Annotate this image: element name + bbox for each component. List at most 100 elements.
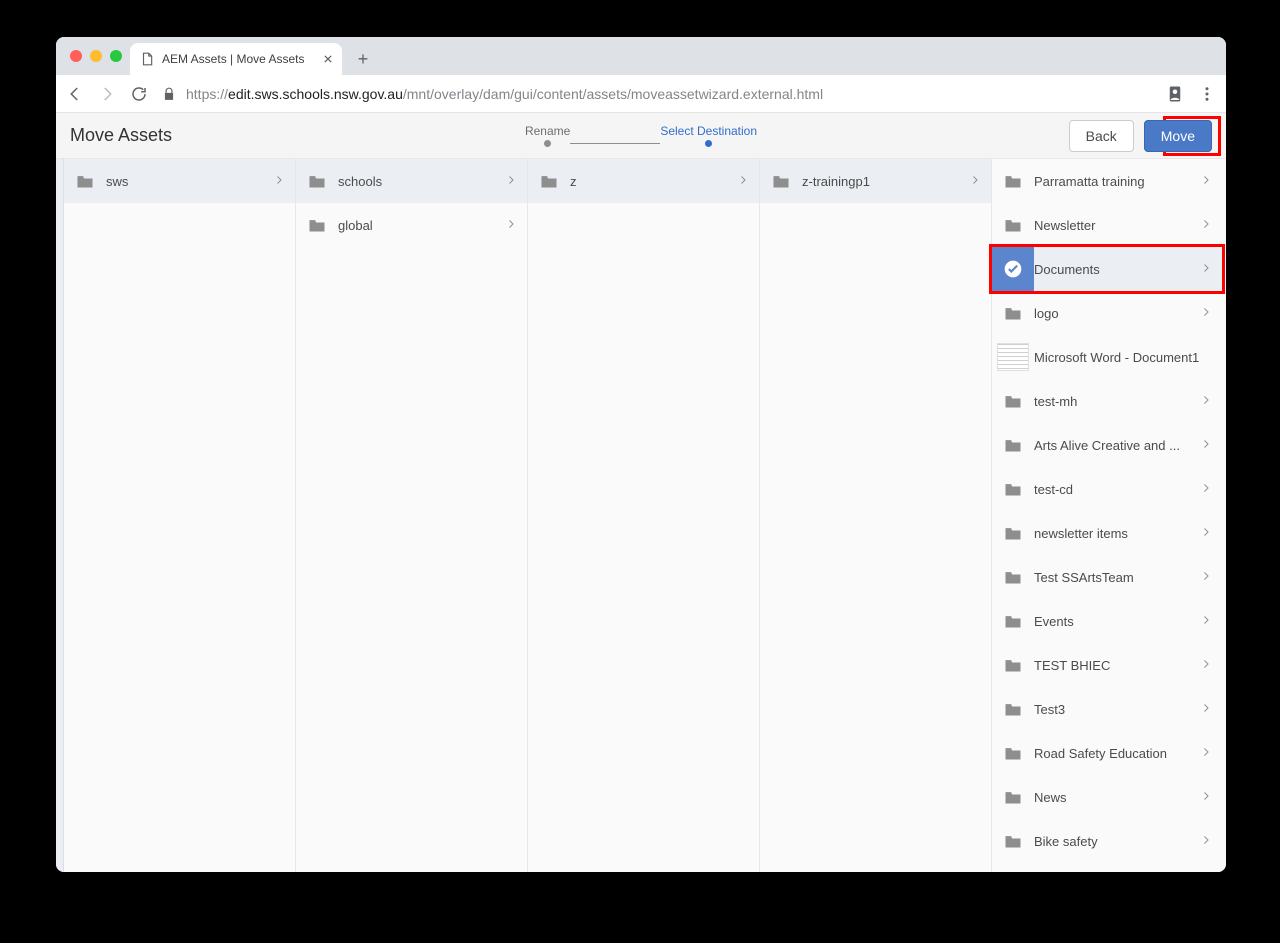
row-label: test-cd <box>1034 482 1200 497</box>
back-button[interactable]: Back <box>1069 120 1134 152</box>
folder-row[interactable]: TEST BHIEC <box>992 643 1222 687</box>
back-icon[interactable] <box>66 85 84 103</box>
folder-row[interactable]: Bike safety <box>992 819 1222 863</box>
wizard-step-select-destination[interactable]: Select Destination <box>660 124 757 147</box>
folder-icon <box>992 643 1034 687</box>
row-label: z-trainingp1 <box>802 174 969 189</box>
folder-icon <box>992 467 1034 511</box>
column-browser: sws schools global z z-trainingp1 Parramatta … <box>56 159 1226 872</box>
folder-row[interactable]: Test SSArtsTeam <box>992 555 1222 599</box>
folder-row[interactable]: Microsoft Word - Document1 <box>992 335 1222 379</box>
maximize-window-button[interactable] <box>110 50 122 62</box>
folder-row[interactable]: News <box>992 775 1222 819</box>
folder-icon <box>992 159 1034 203</box>
chevron-right-icon <box>1200 614 1212 629</box>
lock-icon <box>162 87 176 101</box>
chevron-right-icon <box>1200 482 1212 497</box>
folder-row[interactable]: Documents <box>992 247 1222 291</box>
chevron-right-icon <box>969 174 981 189</box>
chevron-right-icon <box>1200 394 1212 409</box>
folder-icon <box>992 291 1034 335</box>
chevron-right-icon <box>1200 790 1212 805</box>
row-label: News <box>1034 790 1200 805</box>
row-label: Parramatta training <box>1034 174 1200 189</box>
page-icon <box>140 52 154 66</box>
forward-icon[interactable] <box>98 85 116 103</box>
folder-icon <box>64 159 106 203</box>
folder-icon <box>992 555 1034 599</box>
new-tab-button[interactable]: + <box>350 46 376 72</box>
page-title: Move Assets <box>70 125 172 146</box>
row-label: schools <box>338 174 505 189</box>
row-label: Road Safety Education <box>1034 746 1200 761</box>
folder-icon <box>760 159 802 203</box>
folder-row[interactable]: Newsletter <box>992 203 1222 247</box>
chevron-right-icon <box>1200 570 1212 585</box>
folder-icon <box>296 159 338 203</box>
address-bar: https://edit.sws.schools.nsw.gov.au/mnt/… <box>56 75 1226 113</box>
folder-icon <box>992 731 1034 775</box>
app-header: Move Assets Rename Select Destination Ba… <box>56 113 1226 159</box>
wizard-step-rename[interactable]: Rename <box>525 124 570 147</box>
column-gutter <box>56 159 64 872</box>
chevron-right-icon <box>273 174 285 189</box>
chevron-right-icon <box>737 174 749 189</box>
column: Parramatta training Newsletter Documents lo… <box>992 159 1222 872</box>
folder-row[interactable]: logo <box>992 291 1222 335</box>
row-label: TEST BHIEC <box>1034 658 1200 673</box>
folder-row[interactable]: sws <box>64 159 295 203</box>
folder-icon <box>992 203 1034 247</box>
row-label: Test SSArtsTeam <box>1034 570 1200 585</box>
row-label: Test3 <box>1034 702 1200 717</box>
chevron-right-icon <box>1200 174 1212 189</box>
folder-row[interactable]: schools <box>296 159 527 203</box>
row-label: logo <box>1034 306 1200 321</box>
folder-icon <box>528 159 570 203</box>
folder-icon <box>992 511 1034 555</box>
kebab-menu-icon[interactable] <box>1198 85 1216 103</box>
chevron-right-icon <box>1200 746 1212 761</box>
folder-icon <box>992 599 1034 643</box>
folder-row[interactable]: z <box>528 159 759 203</box>
folder-row[interactable]: Events <box>992 599 1222 643</box>
chevron-right-icon <box>1200 438 1212 453</box>
column: z-trainingp1 <box>760 159 992 872</box>
folder-row[interactable]: test-mh <box>992 379 1222 423</box>
column: schools global <box>296 159 528 872</box>
folder-row[interactable]: test-cd <box>992 467 1222 511</box>
minimize-window-button[interactable] <box>90 50 102 62</box>
reload-icon[interactable] <box>130 85 148 103</box>
folder-row[interactable]: z-trainingp1 <box>760 159 991 203</box>
chevron-right-icon <box>1200 834 1212 849</box>
folder-icon <box>992 423 1034 467</box>
url-text: https://edit.sws.schools.nsw.gov.au/mnt/… <box>186 86 823 102</box>
chevron-right-icon <box>1200 218 1212 233</box>
folder-row[interactable]: Arts Alive Creative and ... <box>992 423 1222 467</box>
folder-row[interactable]: global <box>296 203 527 247</box>
account-icon[interactable] <box>1166 85 1184 103</box>
folder-icon <box>992 775 1034 819</box>
folder-icon <box>992 819 1034 863</box>
folder-row[interactable]: Test3 <box>992 687 1222 731</box>
row-label: Arts Alive Creative and ... <box>1034 438 1200 453</box>
chevron-right-icon <box>1200 658 1212 673</box>
close-tab-icon[interactable] <box>324 55 332 63</box>
window-controls <box>70 50 122 62</box>
browser-tab[interactable]: AEM Assets | Move Assets <box>130 43 342 75</box>
close-window-button[interactable] <box>70 50 82 62</box>
folder-row[interactable]: Road Safety Education <box>992 731 1222 775</box>
url-field[interactable]: https://edit.sws.schools.nsw.gov.au/mnt/… <box>162 86 1152 102</box>
row-label: global <box>338 218 505 233</box>
chevron-right-icon <box>1200 262 1212 277</box>
row-label: Newsletter <box>1034 218 1200 233</box>
tab-bar: AEM Assets | Move Assets + <box>56 37 1226 75</box>
folder-row[interactable]: Parramatta training <box>992 159 1222 203</box>
chevron-right-icon <box>1200 702 1212 717</box>
row-label: Bike safety <box>1034 834 1200 849</box>
chevron-right-icon <box>505 218 517 233</box>
folder-row[interactable]: newsletter items <box>992 511 1222 555</box>
chevron-right-icon <box>505 174 517 189</box>
check-icon <box>992 247 1034 291</box>
column: z <box>528 159 760 872</box>
move-button[interactable]: Move <box>1144 120 1212 152</box>
